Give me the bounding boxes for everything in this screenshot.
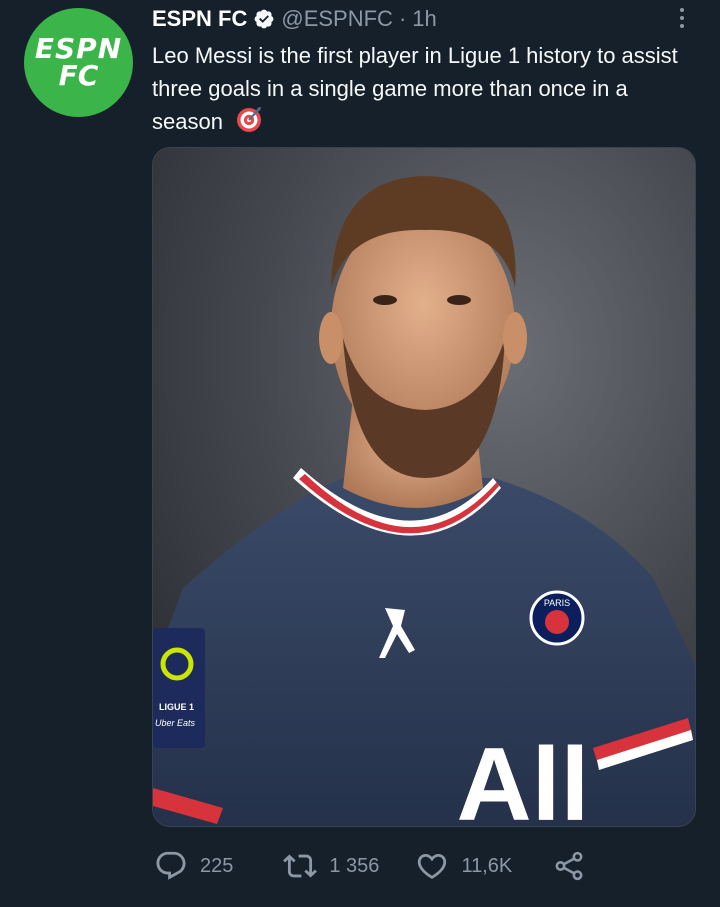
- tweet-actions: 225 1 356 11,6K: [152, 846, 586, 886]
- share-button[interactable]: [552, 849, 586, 883]
- separator-dot: ·: [398, 6, 407, 31]
- reply-icon: [156, 851, 186, 880]
- tweet-text-body: Leo Messi is the first player in Ligue 1…: [152, 43, 678, 134]
- share-icon: [555, 851, 583, 881]
- direct-hit-target-emoji: [235, 105, 263, 143]
- author-name[interactable]: ESPN FC: [152, 6, 247, 32]
- league-patch-line2: Uber Eats: [155, 718, 196, 728]
- reply-count: 225: [200, 854, 234, 877]
- more-options-icon[interactable]: [672, 4, 692, 32]
- retweet-icon: [283, 854, 318, 878]
- verified-badge-icon: [253, 8, 275, 30]
- league-patch-line1: LIGUE 1: [159, 702, 194, 712]
- timestamp[interactable]: 1h: [412, 6, 436, 32]
- like-button[interactable]: 11,6K: [415, 849, 512, 883]
- reply-button[interactable]: 225: [154, 849, 233, 883]
- heart-icon: [418, 853, 447, 879]
- retweet-button[interactable]: 1 356: [283, 849, 379, 883]
- tweet-header: ESPN FC @ESPNFC · 1h: [152, 6, 437, 32]
- author-handle[interactable]: @ESPNFC: [281, 6, 393, 32]
- avatar-logo-line2: FC: [58, 58, 99, 92]
- avatar[interactable]: ESPN FC: [24, 8, 133, 117]
- retweet-count: 1 356: [329, 854, 380, 877]
- psg-badge-text: PARIS: [544, 598, 570, 608]
- like-count: 11,6K: [461, 854, 513, 877]
- tweet-text: Leo Messi is the first player in Ligue 1…: [152, 40, 697, 143]
- tweet-photo[interactable]: PARIS LIGUE 1 Uber Eats All: [152, 147, 696, 827]
- jersey-sponsor-text: All: [457, 727, 590, 827]
